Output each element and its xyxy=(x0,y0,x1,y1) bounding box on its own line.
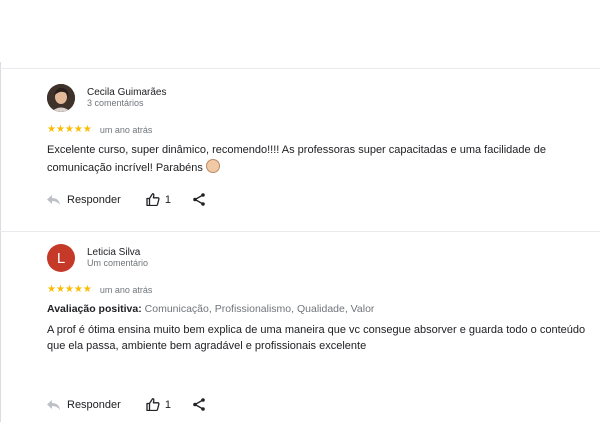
like-count: 1 xyxy=(164,193,171,206)
reviewer-name[interactable]: Leticia Silva xyxy=(87,247,148,258)
rating-row: ★★★★★ um ano atrás xyxy=(47,124,590,135)
reviewer-meta: Um comentário xyxy=(87,258,149,268)
reviewer-name[interactable]: Cecila Guimarães xyxy=(87,87,166,98)
positive-review-tags: Avaliação positiva: Comunicação, Profiss… xyxy=(47,303,590,315)
person-photo-icon xyxy=(47,84,75,112)
divider xyxy=(0,231,600,232)
star-rating: ★★★★★ xyxy=(47,284,92,295)
star-rating: ★★★★★ xyxy=(47,124,92,135)
like-button[interactable]: 1 xyxy=(146,193,171,206)
reply-label: Responder xyxy=(67,193,121,206)
like-button[interactable]: 1 xyxy=(146,398,171,411)
share-button[interactable] xyxy=(193,193,205,206)
review-actions: Responder 1 xyxy=(47,193,205,206)
thumbs-up-icon xyxy=(146,398,160,411)
review-card: Cecila Guimarães 3 comentários ★★★★★ um … xyxy=(47,84,590,176)
avatar[interactable] xyxy=(47,84,75,112)
thumbs-up-icon xyxy=(146,193,160,206)
review-card: L Leticia Silva Um comentário ★★★★★ um a… xyxy=(47,244,590,354)
rating-row: ★★★★★ um ano atrás xyxy=(47,284,590,295)
review-header: L Leticia Silva Um comentário xyxy=(47,244,590,272)
left-border xyxy=(0,62,1,422)
review-date: um ano atrás xyxy=(99,284,153,295)
divider xyxy=(0,68,600,69)
review-header: Cecila Guimarães 3 comentários xyxy=(47,84,590,112)
review-date: um ano atrás xyxy=(99,124,153,135)
review-text: Excelente curso, super dinâmico, recomen… xyxy=(47,143,590,176)
share-icon xyxy=(193,398,205,411)
reply-button[interactable]: Responder xyxy=(47,194,121,206)
reply-icon xyxy=(47,194,60,205)
review-actions: Responder 1 xyxy=(47,398,205,411)
review-text: A prof é ótima ensina muito bem explica … xyxy=(47,324,586,352)
avatar[interactable]: L xyxy=(47,244,75,272)
clapping-hands-emoji-icon xyxy=(205,158,220,173)
positive-label: Avaliação positiva: xyxy=(47,303,142,315)
reviewer-meta: 3 comentários xyxy=(87,98,144,108)
like-count: 1 xyxy=(164,398,171,411)
positive-values: Comunicação, Profissionalismo, Qualidade… xyxy=(144,303,375,315)
reply-button[interactable]: Responder xyxy=(47,399,121,411)
share-button[interactable] xyxy=(193,398,205,411)
reply-icon xyxy=(47,399,60,410)
review-text-body: Excelente curso, super dinâmico, recomen… xyxy=(47,144,546,174)
share-icon xyxy=(193,193,205,206)
reply-label: Responder xyxy=(67,398,121,411)
